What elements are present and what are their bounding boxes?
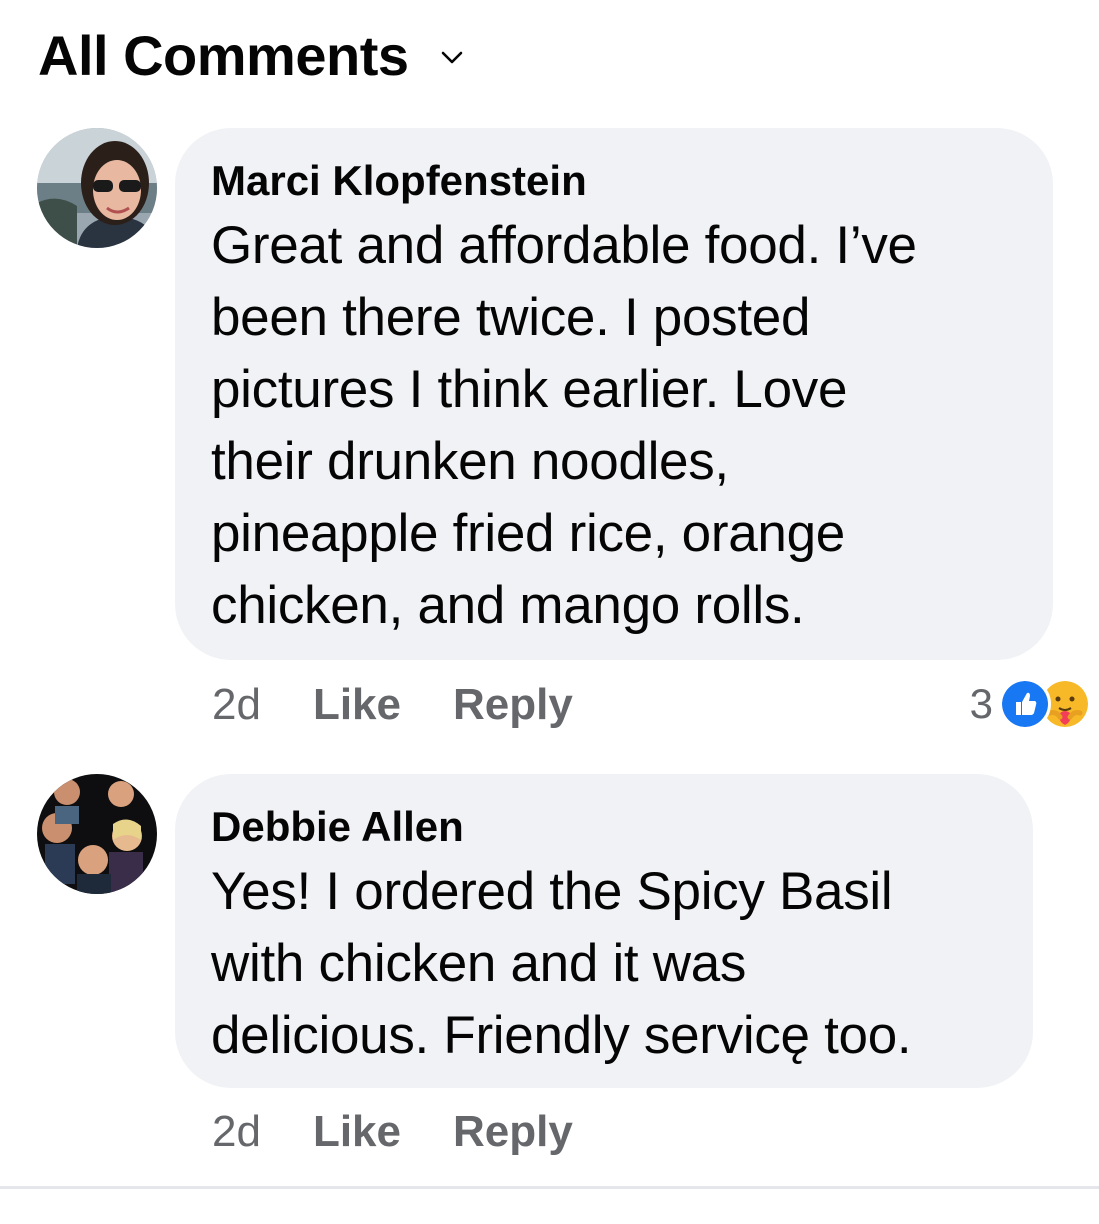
all-comments-filter[interactable]: All Comments (38, 20, 463, 90)
comment-author[interactable]: Debbie Allen (211, 802, 997, 852)
comment-line: been there twice. I posted (211, 288, 811, 347)
comment-line: chicken, and mango rolls. (211, 576, 805, 635)
comment-author[interactable]: Marci Klopfenstein (211, 156, 1017, 206)
comment-text: Great and affordable food. I’ve been the… (211, 210, 1017, 642)
comment-line: their drunken noodles, (211, 432, 729, 491)
comment-line: Great and affordable food. I’ve (211, 216, 917, 275)
like-reaction-icon (999, 678, 1051, 730)
comment-line: pictures I think earlier. Love (211, 360, 848, 419)
profile-photo-icon (37, 128, 157, 248)
comment-bubble: Debbie Allen Yes! I ordered the Spicy Ba… (175, 774, 1033, 1088)
comment-timestamp[interactable]: 2d (212, 680, 261, 730)
reply-button[interactable]: Reply (453, 1107, 573, 1157)
comment-line: with chicken and it was (211, 934, 747, 993)
profile-photo-icon (37, 774, 157, 894)
comment-bubble: Marci Klopfenstein Great and affordable … (175, 128, 1053, 660)
reply-button[interactable]: Reply (453, 680, 573, 730)
comment-line: delicious. Friendly servicę too. (211, 1006, 912, 1065)
like-button[interactable]: Like (313, 1107, 401, 1157)
reaction-count: 3 (969, 680, 993, 727)
like-button[interactable]: Like (313, 680, 401, 730)
comments-filter-label: All Comments (38, 23, 409, 87)
comment-actions: 2d Like Reply (212, 1104, 625, 1160)
comment-line: Yes! I ordered the Spicy Basil (211, 862, 893, 921)
comment-text: Yes! I ordered the Spicy Basil with chic… (211, 856, 997, 1072)
comment-timestamp[interactable]: 2d (212, 1107, 261, 1157)
reaction-summary[interactable]: 3 (970, 676, 1091, 732)
comment-line: pineapple fried rice, orange (211, 504, 845, 563)
chevron-down-icon (441, 51, 462, 64)
avatar[interactable] (37, 774, 157, 894)
divider (0, 1186, 1099, 1189)
avatar[interactable] (37, 128, 157, 248)
comment-actions: 2d Like Reply (212, 677, 625, 733)
